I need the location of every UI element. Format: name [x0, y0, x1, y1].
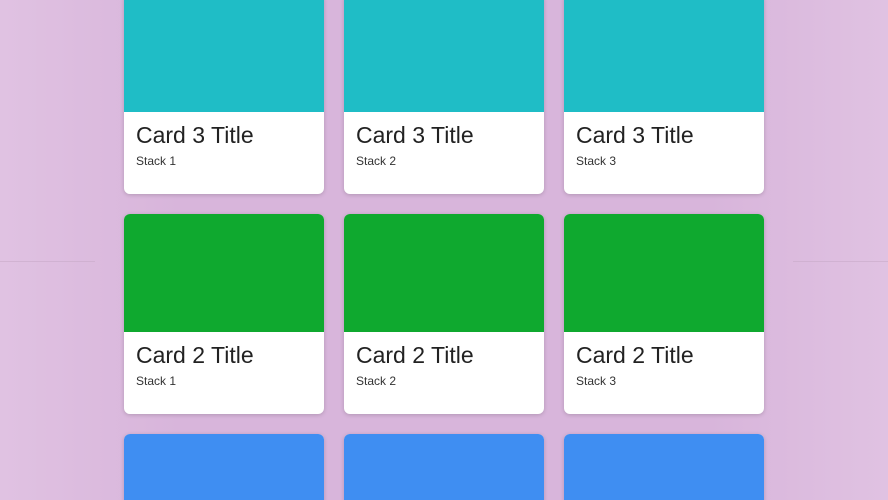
card-title: Card 3 Title [136, 122, 312, 150]
card-image [564, 214, 764, 332]
card[interactable]: Card 3 Title Stack 1 [124, 0, 324, 194]
card-body: Card 3 Title Stack 1 [124, 112, 324, 180]
card-title: Card 3 Title [356, 122, 532, 150]
card-title: Card 2 Title [136, 342, 312, 370]
card[interactable]: Card 2 Title Stack 2 [344, 214, 544, 414]
card[interactable]: Card 1 Title Stack 1 [124, 434, 324, 500]
card-image [124, 0, 324, 112]
card[interactable]: Card 2 Title Stack 1 [124, 214, 324, 414]
card-body: Card 2 Title Stack 3 [564, 332, 764, 400]
card-subtitle: Stack 1 [136, 154, 312, 168]
card[interactable]: Card 1 Title Stack 3 [564, 434, 764, 500]
card[interactable]: Card 1 Title Stack 2 [344, 434, 544, 500]
card-subtitle: Stack 3 [576, 374, 752, 388]
card-image [124, 434, 324, 500]
card-subtitle: Stack 3 [576, 154, 752, 168]
card-body: Card 3 Title Stack 3 [564, 112, 764, 180]
card-subtitle: Stack 1 [136, 374, 312, 388]
card-image [124, 214, 324, 332]
card[interactable]: Card 3 Title Stack 2 [344, 0, 544, 194]
decorative-line-left [0, 261, 95, 262]
card-subtitle: Stack 2 [356, 154, 532, 168]
card-subtitle: Stack 2 [356, 374, 532, 388]
card-body: Card 3 Title Stack 2 [344, 112, 544, 180]
card-body: Card 2 Title Stack 2 [344, 332, 544, 400]
card-image [344, 434, 544, 500]
decorative-line-right [793, 261, 888, 262]
card-body: Card 2 Title Stack 1 [124, 332, 324, 400]
card-image [564, 434, 764, 500]
card-image [344, 0, 544, 112]
card-image [564, 0, 764, 112]
card-grid: Card 3 Title Stack 1 Card 3 Title Stack … [124, 0, 764, 500]
card[interactable]: Card 3 Title Stack 3 [564, 0, 764, 194]
card-image [344, 214, 544, 332]
card-title: Card 3 Title [576, 122, 752, 150]
card-title: Card 2 Title [356, 342, 532, 370]
card[interactable]: Card 2 Title Stack 3 [564, 214, 764, 414]
card-title: Card 2 Title [576, 342, 752, 370]
